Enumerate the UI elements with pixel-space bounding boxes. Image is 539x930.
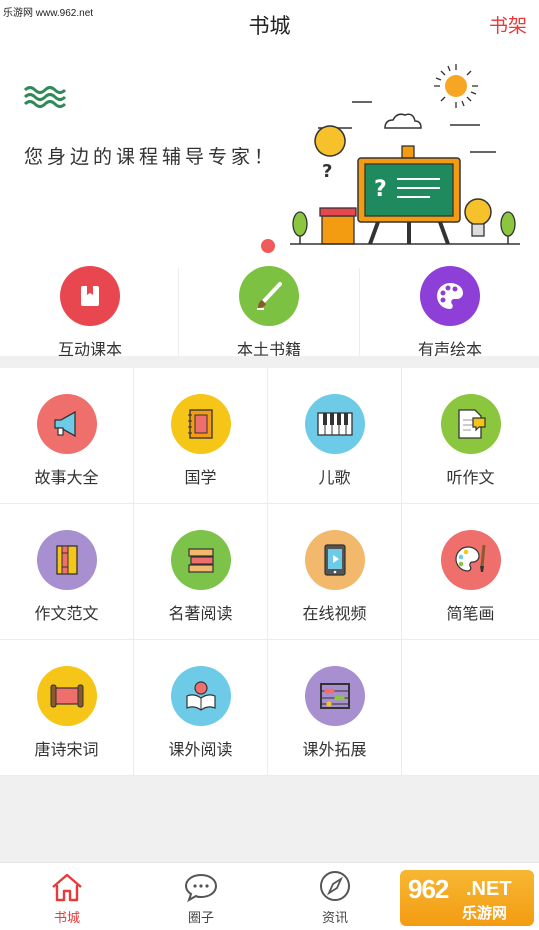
home-icon (0, 863, 134, 903)
tab-label: 书城 (53, 911, 80, 926)
grid-item-label: 唐诗宋词 (34, 740, 99, 759)
question-bubble-icon: ? (314, 125, 346, 182)
book-spine-icon (36, 530, 97, 590)
grid-empty-cell (402, 640, 539, 776)
easel-board-icon: ? (357, 145, 461, 245)
cloud-icon (384, 113, 422, 129)
tab-bookstore[interactable]: 书城 (0, 863, 134, 930)
banner[interactable]: ? ? 您身边的课程辅导专家！ (0, 46, 539, 260)
grid-item-model-essays[interactable]: 作文范文 (0, 504, 134, 640)
watermark-logo-number: 962 (408, 874, 449, 904)
brush-icon (239, 266, 299, 326)
tab-label: 资讯 (321, 911, 348, 926)
scroll-icon (36, 666, 97, 726)
bookshelf-button[interactable]: 书架 (489, 11, 527, 38)
tablet-play-icon (304, 530, 365, 590)
watermark-logo-suffix: .NET (466, 878, 512, 900)
chat-icon (134, 863, 268, 903)
grid-item-label: 儿歌 (318, 468, 351, 487)
category-interactive-textbook[interactable]: 互动课本 (0, 266, 180, 359)
grid-item-label: 故事大全 (34, 468, 99, 487)
feature-grid: 故事大全 国学 儿歌 听作文 作文范文 名著阅读 在线视频 简笔画 唐诗宋词 课… (0, 368, 539, 776)
palette-icon (420, 266, 480, 326)
banner-slogan: 您身边的课程辅导专家！ (24, 146, 278, 168)
top-bar: 书城 书架 (0, 0, 539, 46)
carousel-indicator[interactable] (261, 239, 275, 253)
grid-item-tang-song-poems[interactable]: 唐诗宋词 (0, 640, 134, 776)
waves-icon (23, 86, 67, 108)
svg-text:?: ? (374, 177, 387, 202)
books-icon (319, 207, 357, 245)
watermark-logo-sub: 乐游网 (462, 904, 508, 922)
grid-item-label: 名著阅读 (168, 604, 233, 623)
section-gap (0, 356, 539, 368)
books-stack-icon (170, 530, 231, 590)
grid-item-classics[interactable]: 名著阅读 (134, 504, 268, 640)
grid-item-guoxue[interactable]: 国学 (134, 368, 268, 504)
palette-brush-icon (440, 530, 501, 590)
svg-text:?: ? (322, 161, 332, 182)
page-title: 书城 (248, 14, 291, 38)
grid-item-extra-reading[interactable]: 课外阅读 (134, 640, 268, 776)
sun-icon (434, 64, 478, 108)
reading-child-icon (170, 666, 231, 726)
grid-item-label: 简笔画 (446, 604, 495, 623)
grid-item-online-video[interactable]: 在线视频 (268, 504, 402, 640)
grid-item-label: 课外阅读 (168, 740, 233, 759)
section-gap (0, 776, 539, 862)
tab-label: 圈子 (187, 911, 214, 926)
grid-item-listen-essay[interactable]: 听作文 (402, 368, 539, 504)
book-icon (60, 266, 120, 326)
lightbulb-icon (464, 198, 492, 237)
grid-item-extra-expansion[interactable]: 课外拓展 (268, 640, 402, 776)
grid-item-label: 在线视频 (302, 604, 367, 623)
grid-item-songs[interactable]: 儿歌 (268, 368, 402, 504)
grid-item-stick-drawing[interactable]: 简笔画 (402, 504, 539, 640)
watermark-logo: 962 .NET 乐游网 (400, 870, 534, 926)
grid-item-stories[interactable]: 故事大全 (0, 368, 134, 504)
grid-item-label: 课外拓展 (302, 740, 367, 759)
grid-item-label: 听作文 (446, 468, 495, 487)
category-audio-picture-books[interactable]: 有声绘本 (360, 266, 539, 359)
megaphone-icon (36, 394, 97, 454)
tab-news[interactable]: 资讯 (268, 863, 402, 930)
piano-icon (304, 394, 365, 454)
grid-item-label: 作文范文 (34, 604, 99, 623)
notebook-icon (170, 394, 231, 454)
abacus-icon (304, 666, 365, 726)
document-chat-icon (440, 394, 501, 454)
grid-item-label: 国学 (184, 468, 217, 487)
compass-icon (268, 863, 402, 903)
tab-circle[interactable]: 圈子 (134, 863, 268, 930)
category-row: 互动课本 本土书籍 有声绘本 (0, 260, 539, 359)
category-local-books[interactable]: 本土书籍 (179, 266, 359, 359)
